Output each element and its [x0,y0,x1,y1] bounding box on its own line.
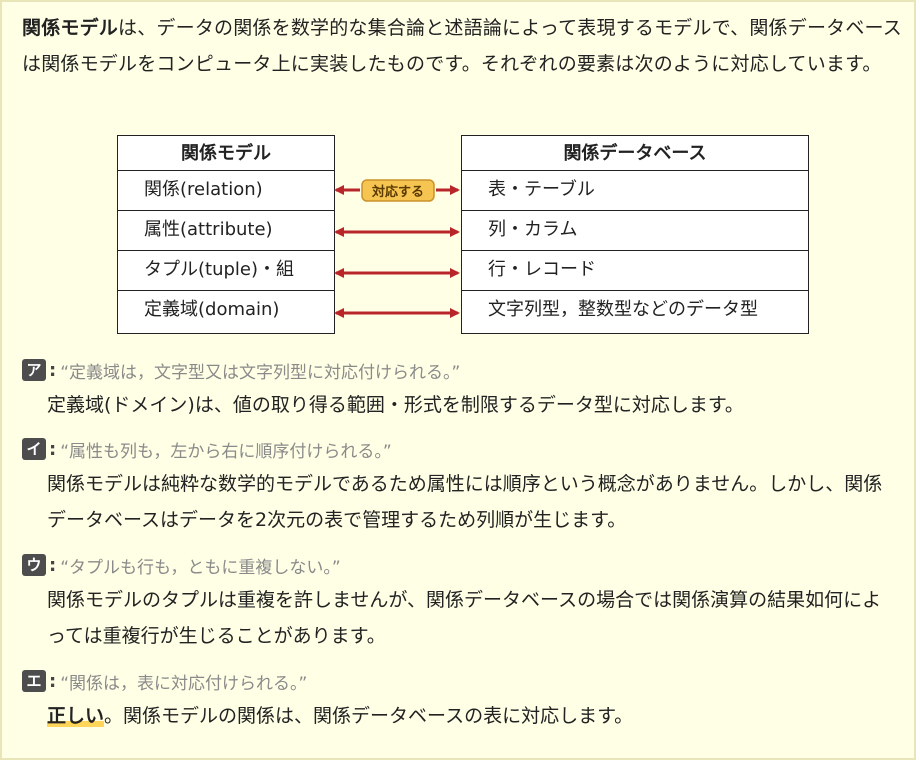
option-i-quote: “属性も列も，左から右に順序付けられる。” [60,441,392,462]
model-row-domain: 定義域(domain) [118,290,334,330]
intro-keyword: 関係モデル [22,17,119,39]
db-row-column: 列・カラム [462,210,808,250]
option-a-explanation: 定義域(ドメイン)は、値の取り得る範囲・形式を制限するデータ型に対応します。 [47,394,744,416]
option-a-quote: “定義域は，文字型又は文字列型に対応付けられる。” [60,362,461,383]
arrow-relation: 対応する [334,179,460,202]
relational-database-header: 関係データベース [563,143,707,164]
option-i: イ : “属性も列も，左から右に順序付けられる。” [22,436,392,462]
option-a-badge: ア [22,359,46,381]
option-a: ア : “定義域は，文字型又は文字列型に対応付けられる。” [22,357,460,383]
arrow-label: 対応する [371,184,424,200]
db-row-datatype: 文字列型，整数型などのデータ型 [462,290,808,330]
option-e-explanation: 正しい。関係モデルの関係は、関係データベースの表に対応します。 [47,698,887,734]
relational-model-header: 関係モデル [181,143,271,164]
model-row-tuple: タプル(tuple)・組 [118,250,334,290]
db-row-record: 行・レコード [462,250,808,290]
correct-label: 正しい [47,705,105,727]
option-u: ウ : “タプルも行も，ともに重複しない。” [22,552,341,578]
option-e-explanation-text: 。関係モデルの関係は、関係データベースの表に対応します。 [104,705,634,727]
option-u-explanation: 関係モデルのタプルは重複を許しませんが、関係データベースの場合では関係演算の結果… [47,589,882,647]
explanation-panel: 関係モデルは、データの関係を数学的な集合論と述語論によって表現するモデルで、関係… [0,0,916,760]
model-row-relation: 関係(relation) [118,170,334,210]
option-e-quote: “関係は，表に対応付けられる。” [60,673,308,694]
option-i-badge: イ [22,438,46,460]
option-e-badge: エ [22,670,46,692]
relational-database-table: 関係データベース 表・テーブル 列・カラム 行・レコード 文字列型，整数型などの… [461,135,809,334]
mapping-arrows: 対応する [334,179,460,318]
intro-text: は、データの関係を数学的な集合論と述語論によって表現するモデルで、関係データベー… [22,17,902,75]
model-row-attribute: 属性(attribute) [118,210,334,250]
option-i-explanation: 関係モデルは純粋な数学的モデルであるため属性には順序という概念がありません。しか… [47,473,883,531]
db-row-table: 表・テーブル [462,170,808,210]
relational-model-table: 関係モデル 関係(relation) 属性(attribute) タプル(tup… [117,135,335,334]
option-e: エ : “関係は，表に対応付けられる。” [22,668,307,694]
option-u-badge: ウ [22,554,46,576]
intro-paragraph: 関係モデルは、データの関係を数学的な集合論と述語論によって表現するモデルで、関係… [22,10,907,82]
option-u-quote: “タプルも行も，ともに重複しない。” [60,557,341,578]
